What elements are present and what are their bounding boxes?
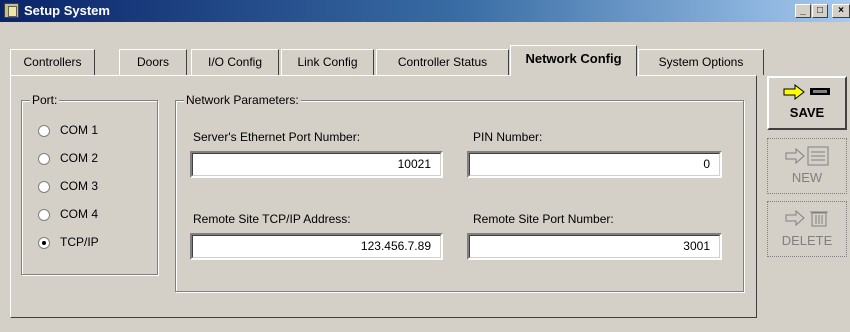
tab-system-options[interactable]: System Options [638,49,764,75]
radio-com3-indicator[interactable] [38,181,50,193]
radio-tcpip-indicator[interactable] [38,237,50,249]
delete-button[interactable]: DELETE [767,201,847,257]
radio-com1-indicator[interactable] [38,125,50,137]
radio-com1-label: COM 1 [60,123,99,137]
minimize-button[interactable]: _ [795,4,811,18]
ethernet-port-label: Server's Ethernet Port Number: [193,130,361,144]
tab-controllers[interactable]: Controllers [10,49,95,75]
ethernet-port-field[interactable]: 10021 [190,151,443,178]
tab-network-config[interactable]: Network Config [510,45,637,76]
radio-com4-indicator[interactable] [38,209,50,221]
radio-com2-indicator[interactable] [38,153,50,165]
tab-io-config[interactable]: I/O Config [191,49,279,75]
port-group-title: Port: [30,93,60,107]
radio-tcpip-label: TCP/IP [60,235,99,249]
window-title: Setup System [24,3,110,18]
new-label: NEW [791,170,823,185]
setup-system-window: Setup System _ □ × Controllers Doors I/O… [0,0,850,332]
tab-link-config[interactable]: Link Config [281,49,374,75]
maximize-button[interactable]: □ [812,4,828,18]
port-group: Port: COM 1 COM 2 COM 3 COM 4 TCP/IP [21,93,158,275]
close-button[interactable]: × [832,4,850,18]
radio-com2-label: COM 2 [60,151,99,165]
delete-label: DELETE [781,233,833,248]
new-button[interactable]: NEW [767,138,847,194]
save-button[interactable]: SAVE [767,76,847,130]
tab-controller-status[interactable]: Controller Status [376,49,509,75]
remote-address-field[interactable]: 123.456.7.89 [190,233,443,260]
title-bar[interactable]: Setup System _ □ × [0,0,850,22]
network-parameters-group: Network Parameters: Server's Ethernet Po… [175,93,744,292]
radio-com4-label: COM 4 [60,207,99,221]
tab-doors[interactable]: Doors [119,49,187,75]
remote-address-label: Remote Site TCP/IP Address: [193,212,351,226]
save-arrow-icon [783,84,830,100]
network-parameters-title: Network Parameters: [184,93,301,107]
minimize-icon: _ [800,5,806,16]
app-icon [4,3,19,18]
remote-port-label: Remote Site Port Number: [473,212,614,226]
pin-number-label: PIN Number: [473,130,543,144]
network-config-panel: Port: COM 1 COM 2 COM 3 COM 4 TCP/IP Net… [10,75,757,318]
remote-port-field[interactable]: 3001 [467,233,722,260]
new-arrow-icon [785,146,829,166]
delete-trash-icon [785,209,828,227]
close-icon: × [838,5,844,16]
radio-com3-label: COM 3 [60,179,99,193]
save-label: SAVE [789,105,825,120]
pin-number-field[interactable]: 0 [467,151,722,178]
maximize-icon: □ [816,5,824,16]
